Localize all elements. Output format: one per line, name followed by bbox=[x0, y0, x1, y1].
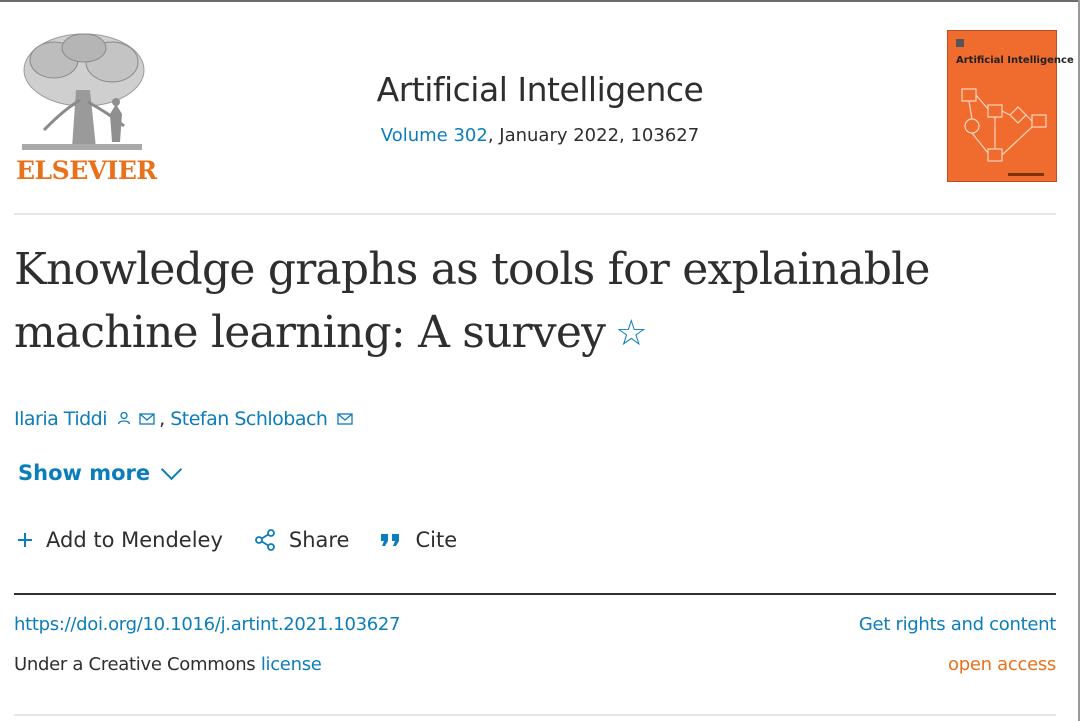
issue-date: , January 2022, 103627 bbox=[487, 125, 700, 146]
author-link[interactable]: Stefan Schlobach bbox=[170, 408, 328, 430]
share-label: Share bbox=[288, 528, 350, 552]
section-divider bbox=[14, 593, 1056, 595]
person-icon[interactable] bbox=[117, 411, 135, 429]
title-line-1: Knowledge graphs as tools for explainabl… bbox=[14, 244, 930, 295]
article-title: Knowledge graphs as tools for explainabl… bbox=[14, 238, 1014, 365]
license-prefix: Under a Creative Commons bbox=[14, 654, 261, 675]
show-more-label: Show more bbox=[18, 461, 151, 485]
share-icon bbox=[253, 528, 277, 552]
mendeley-label: Add to Mendeley bbox=[46, 528, 223, 552]
volume-link[interactable]: Volume 302 bbox=[381, 125, 488, 146]
mail-icon[interactable] bbox=[337, 411, 353, 429]
show-more-button[interactable]: Show more bbox=[18, 458, 183, 485]
author-separator: , bbox=[159, 408, 171, 430]
rights-link[interactable]: Get rights and content bbox=[859, 614, 1056, 635]
mail-icon[interactable] bbox=[139, 411, 159, 429]
author-list: Ilaria Tiddi , Stefan Schlobach bbox=[14, 408, 353, 430]
title-line-2-text: machine learning: A survey bbox=[14, 307, 606, 358]
journal-title[interactable]: Artificial Intelligence bbox=[300, 70, 780, 109]
doi-link[interactable]: https://doi.org/10.1016/j.artint.2021.10… bbox=[14, 614, 401, 635]
article-actions: Add to Mendeley Share Cite bbox=[16, 528, 457, 552]
quote-icon bbox=[379, 532, 403, 548]
header-divider bbox=[14, 213, 1056, 215]
plus-icon bbox=[16, 531, 34, 549]
elsevier-logo[interactable]: ELSEVIER bbox=[14, 30, 157, 185]
tree-logo-icon bbox=[22, 33, 145, 150]
share-button[interactable]: Share bbox=[253, 528, 350, 552]
cover-graph-icon bbox=[956, 39, 1047, 176]
volume-info: Volume 302, January 2022, 103627 bbox=[300, 125, 780, 146]
elsevier-wordmark: ELSEVIER bbox=[16, 156, 157, 185]
license-line: Under a Creative Commons license bbox=[14, 654, 322, 675]
open-access-badge: open access bbox=[948, 654, 1056, 675]
journal-cover-thumbnail[interactable]: Artificial Intelligence bbox=[947, 30, 1074, 182]
chevron-down-icon bbox=[161, 458, 183, 480]
author-link[interactable]: Ilaria Tiddi bbox=[14, 408, 108, 430]
license-link[interactable]: license bbox=[261, 654, 322, 675]
cite-label: Cite bbox=[415, 528, 458, 552]
cite-button[interactable]: Cite bbox=[379, 528, 457, 552]
title-line-2: machine learning: A survey ☆ bbox=[14, 301, 1014, 365]
bottom-divider bbox=[14, 714, 1056, 716]
star-icon[interactable]: ☆ bbox=[615, 313, 647, 354]
add-to-mendeley-button[interactable]: Add to Mendeley bbox=[16, 528, 223, 552]
window-top-border bbox=[0, 0, 1080, 2]
